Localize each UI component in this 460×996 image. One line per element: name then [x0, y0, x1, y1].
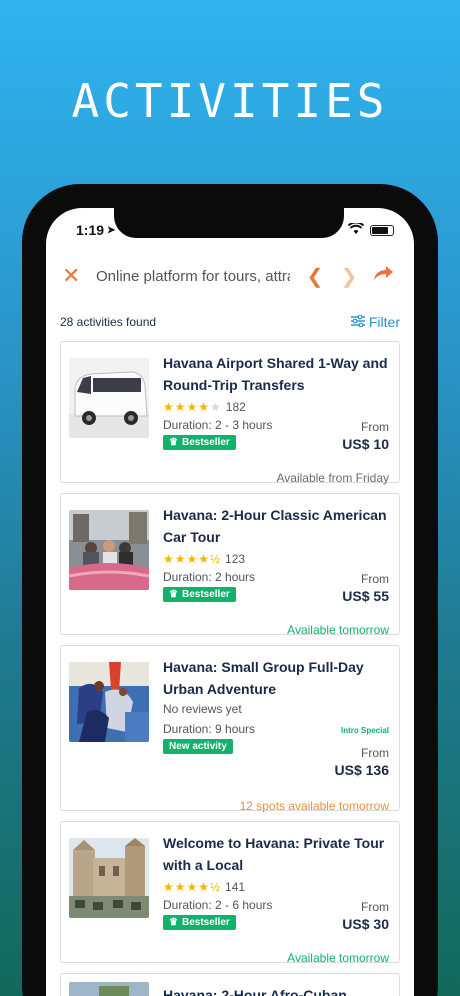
phone-screen: 1:19 ➤ ✕ Online platform for tours, attr…: [46, 208, 414, 996]
rating-count: 182: [225, 400, 246, 414]
phone-notch: [114, 208, 344, 238]
availability-text: Available tomorrow: [287, 951, 389, 965]
activity-price: US$ 55: [342, 588, 389, 604]
rating-row: ★★★★½ 141: [163, 878, 389, 896]
results-count: 28 activities found: [60, 315, 157, 329]
hero-title: ACTIVITIES: [71, 74, 389, 128]
crown-icon: ♛: [169, 917, 178, 928]
filter-button[interactable]: Filter: [350, 314, 400, 330]
rating-count: 123: [225, 552, 246, 566]
activity-card[interactable]: Welcome to Havana: Private Tour with a L…: [60, 821, 400, 965]
bestseller-badge: ♛ Bestseller: [163, 915, 236, 930]
share-arrow-icon[interactable]: [366, 264, 400, 288]
activity-thumbnail: [69, 982, 149, 996]
sliders-icon: [350, 314, 365, 330]
rating-row: ★★★★½ 123: [163, 550, 389, 568]
page-url-title[interactable]: Online platform for tours, attra: [96, 268, 290, 285]
new-activity-badge: New activity: [163, 739, 233, 754]
rating-count: 141: [225, 880, 246, 894]
activity-price: US$ 30: [342, 916, 389, 932]
activity-title[interactable]: Havana: Small Group Full-Day Urban Adven…: [163, 656, 389, 700]
intro-special-label: Intro Special: [340, 726, 389, 735]
activity-thumbnail: [69, 838, 149, 918]
battery-icon: [370, 224, 394, 236]
activity-card[interactable]: Havana Airport Shared 1-Way and Round-Tr…: [60, 341, 400, 485]
rating-row: ★★★★★ 182: [163, 398, 389, 416]
browser-toolbar: ✕ Online platform for tours, attra ❮ ❯: [46, 258, 414, 294]
price-from-label: From: [361, 420, 389, 434]
rating-stars-icon: ★★★★★: [163, 400, 222, 414]
forward-chevron-icon[interactable]: ❯: [332, 264, 366, 289]
no-reviews-label: No reviews yet: [163, 702, 242, 716]
activity-price: US$ 136: [334, 762, 389, 778]
bestseller-badge: ♛ Bestseller: [163, 435, 236, 450]
results-bar: 28 activities found Filter: [60, 312, 400, 332]
activity-card[interactable]: Havana: Small Group Full-Day Urban Adven…: [60, 645, 400, 813]
activity-thumbnail: [69, 358, 149, 438]
price-from-label: From: [361, 746, 389, 760]
location-arrow-icon: ➤: [107, 224, 116, 236]
price-from-label: From: [361, 900, 389, 914]
activity-price: US$ 10: [342, 436, 389, 452]
close-icon[interactable]: ✕: [62, 263, 90, 289]
activity-title[interactable]: Havana: 2-Hour Classic American Car Tour: [163, 504, 389, 548]
activity-card[interactable]: Havana: 2-Hour Classic American Car Tour…: [60, 493, 400, 637]
crown-icon: ♛: [169, 589, 178, 600]
back-chevron-icon[interactable]: ❮: [298, 264, 332, 289]
availability-text: 12 spots available tomorrow: [239, 799, 389, 813]
activity-card[interactable]: Havana: 2-Hour Afro-Cuban: [60, 973, 400, 996]
rating-stars-icon: ★★★★½: [163, 552, 222, 566]
activity-thumbnail: [69, 662, 149, 742]
crown-icon: ♛: [169, 437, 178, 448]
price-from-label: From: [361, 572, 389, 586]
phone-frame: 1:19 ➤ ✕ Online platform for tours, attr…: [22, 184, 438, 996]
availability-text: Available tomorrow: [287, 623, 389, 637]
activity-title[interactable]: Havana Airport Shared 1-Way and Round-Tr…: [163, 352, 389, 396]
activity-thumbnail: [69, 510, 149, 590]
status-time: 1:19: [76, 222, 105, 238]
availability-text: Available from Friday: [276, 471, 390, 485]
activity-title[interactable]: Welcome to Havana: Private Tour with a L…: [163, 832, 389, 876]
rating-stars-icon: ★★★★½: [163, 880, 222, 894]
activity-list: Havana Airport Shared 1-Way and Round-Tr…: [60, 341, 400, 996]
filter-label: Filter: [368, 314, 400, 330]
wifi-icon: [347, 221, 365, 238]
activity-title[interactable]: Havana: 2-Hour Afro-Cuban: [163, 984, 389, 996]
bestseller-badge: ♛ Bestseller: [163, 587, 236, 602]
